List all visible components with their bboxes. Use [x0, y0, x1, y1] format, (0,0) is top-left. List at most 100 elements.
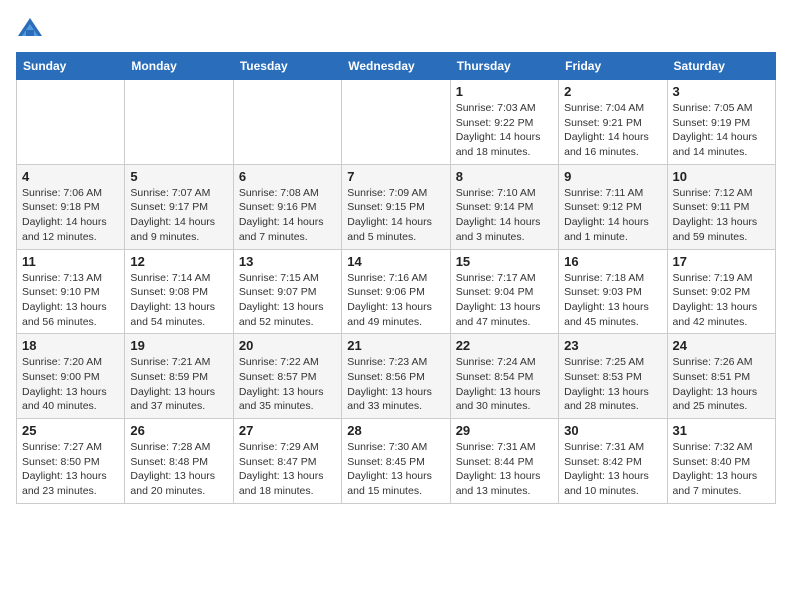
weekday-header-wednesday: Wednesday [342, 53, 450, 80]
day-info: Sunrise: 7:08 AM Sunset: 9:16 PM Dayligh… [239, 186, 336, 245]
day-info: Sunrise: 7:31 AM Sunset: 8:42 PM Dayligh… [564, 440, 661, 499]
calendar-week-row: 25 Sunrise: 7:27 AM Sunset: 8:50 PM Dayli… [17, 419, 776, 504]
day-info: Sunrise: 7:28 AM Sunset: 8:48 PM Dayligh… [130, 440, 227, 499]
calendar-cell: 11Sunrise: 7:13 AM Sunset: 9:10 PM Dayli… [17, 249, 125, 334]
day-info: Sunrise: 7:06 AM Sunset: 9:18 PM Dayligh… [22, 186, 119, 245]
calendar-cell: 31 Sunrise: 7:32 AM Sunset: 8:40 PM Dayli… [667, 419, 775, 504]
day-number: 5 [130, 169, 227, 184]
day-number: 7 [347, 169, 444, 184]
day-info: Sunrise: 7:31 AM Sunset: 8:44 PM Dayligh… [456, 440, 553, 499]
calendar-cell: 19 Sunrise: 7:21 AM Sunset: 8:59 PM Dayli… [125, 334, 233, 419]
day-number: 20 [239, 338, 336, 353]
day-info: Sunrise: 7:27 AM Sunset: 8:50 PM Dayligh… [22, 440, 119, 499]
calendar-cell [233, 80, 341, 165]
day-number: 4 [22, 169, 119, 184]
weekday-header-tuesday: Tuesday [233, 53, 341, 80]
day-number: 10 [673, 169, 770, 184]
day-info: Sunrise: 7:12 AM Sunset: 9:11 PM Dayligh… [673, 186, 770, 245]
day-number: 23 [564, 338, 661, 353]
calendar-cell: 2 Sunrise: 7:04 AM Sunset: 9:21 PM Daylig… [559, 80, 667, 165]
calendar-cell: 26 Sunrise: 7:28 AM Sunset: 8:48 PM Dayli… [125, 419, 233, 504]
day-number: 29 [456, 423, 553, 438]
day-info: Sunrise: 7:25 AM Sunset: 8:53 PM Dayligh… [564, 355, 661, 414]
calendar-cell: 24Sunrise: 7:26 AM Sunset: 8:51 PM Dayli… [667, 334, 775, 419]
day-info: Sunrise: 7:23 AM Sunset: 8:56 PM Dayligh… [347, 355, 444, 414]
day-number: 3 [673, 84, 770, 99]
calendar-week-row: 18 Sunrise: 7:20 AM Sunset: 9:00 PM Dayli… [17, 334, 776, 419]
day-number: 26 [130, 423, 227, 438]
calendar-cell: 16Sunrise: 7:18 AM Sunset: 9:03 PM Dayli… [559, 249, 667, 334]
calendar-cell: 12 Sunrise: 7:14 AM Sunset: 9:08 PM Dayli… [125, 249, 233, 334]
day-number: 2 [564, 84, 661, 99]
day-info: Sunrise: 7:17 AM Sunset: 9:04 PM Dayligh… [456, 271, 553, 330]
day-info: Sunrise: 7:15 AM Sunset: 9:07 PM Dayligh… [239, 271, 336, 330]
calendar-cell: 25 Sunrise: 7:27 AM Sunset: 8:50 PM Dayli… [17, 419, 125, 504]
day-number: 19 [130, 338, 227, 353]
day-info: Sunrise: 7:14 AM Sunset: 9:08 PM Dayligh… [130, 271, 227, 330]
day-info: Sunrise: 7:32 AM Sunset: 8:40 PM Dayligh… [673, 440, 770, 499]
day-number: 18 [22, 338, 119, 353]
calendar-cell [125, 80, 233, 165]
calendar-cell: 8Sunrise: 7:10 AM Sunset: 9:14 PM Daylig… [450, 164, 558, 249]
calendar-cell: 29 Sunrise: 7:31 AM Sunset: 8:44 PM Dayli… [450, 419, 558, 504]
day-number: 21 [347, 338, 444, 353]
day-info: Sunrise: 7:22 AM Sunset: 8:57 PM Dayligh… [239, 355, 336, 414]
day-number: 9 [564, 169, 661, 184]
calendar-week-row: 4 Sunrise: 7:06 AM Sunset: 9:18 PM Daylig… [17, 164, 776, 249]
calendar-cell: 4 Sunrise: 7:06 AM Sunset: 9:18 PM Daylig… [17, 164, 125, 249]
day-number: 11 [22, 254, 119, 269]
day-info: Sunrise: 7:19 AM Sunset: 9:02 PM Dayligh… [673, 271, 770, 330]
day-info: Sunrise: 7:05 AM Sunset: 9:19 PM Dayligh… [673, 101, 770, 160]
calendar-cell: 20 Sunrise: 7:22 AM Sunset: 8:57 PM Dayli… [233, 334, 341, 419]
calendar-cell: 9 Sunrise: 7:11 AM Sunset: 9:12 PM Daylig… [559, 164, 667, 249]
day-info: Sunrise: 7:30 AM Sunset: 8:45 PM Dayligh… [347, 440, 444, 499]
calendar-cell: 23 Sunrise: 7:25 AM Sunset: 8:53 PM Dayli… [559, 334, 667, 419]
calendar-cell: 13 Sunrise: 7:15 AM Sunset: 9:07 PM Dayli… [233, 249, 341, 334]
day-info: Sunrise: 7:24 AM Sunset: 8:54 PM Dayligh… [456, 355, 553, 414]
calendar-cell: 14Sunrise: 7:16 AM Sunset: 9:06 PM Dayli… [342, 249, 450, 334]
calendar-cell: 15 Sunrise: 7:17 AM Sunset: 9:04 PM Dayli… [450, 249, 558, 334]
day-number: 30 [564, 423, 661, 438]
logo-icon [16, 16, 44, 44]
day-info: Sunrise: 7:03 AM Sunset: 9:22 PM Dayligh… [456, 101, 553, 160]
calendar-cell [342, 80, 450, 165]
day-number: 28 [347, 423, 444, 438]
calendar-cell: 22 Sunrise: 7:24 AM Sunset: 8:54 PM Dayli… [450, 334, 558, 419]
calendar-table: SundayMondayTuesdayWednesdayThursdayFrid… [16, 52, 776, 504]
calendar-cell: 1 Sunrise: 7:03 AM Sunset: 9:22 PM Daylig… [450, 80, 558, 165]
calendar-cell: 30 Sunrise: 7:31 AM Sunset: 8:42 PM Dayli… [559, 419, 667, 504]
day-info: Sunrise: 7:11 AM Sunset: 9:12 PM Dayligh… [564, 186, 661, 245]
calendar-cell: 6 Sunrise: 7:08 AM Sunset: 9:16 PM Daylig… [233, 164, 341, 249]
day-number: 24 [673, 338, 770, 353]
day-info: Sunrise: 7:10 AM Sunset: 9:14 PM Dayligh… [456, 186, 553, 245]
day-info: Sunrise: 7:29 AM Sunset: 8:47 PM Dayligh… [239, 440, 336, 499]
logo [16, 16, 48, 44]
day-info: Sunrise: 7:07 AM Sunset: 9:17 PM Dayligh… [130, 186, 227, 245]
day-number: 17 [673, 254, 770, 269]
day-number: 15 [456, 254, 553, 269]
day-number: 6 [239, 169, 336, 184]
calendar-cell: 7 Sunrise: 7:09 AM Sunset: 9:15 PM Daylig… [342, 164, 450, 249]
calendar-cell: 21 Sunrise: 7:23 AM Sunset: 8:56 PM Dayli… [342, 334, 450, 419]
page-header [16, 16, 776, 44]
calendar-cell: 3 Sunrise: 7:05 AM Sunset: 9:19 PM Daylig… [667, 80, 775, 165]
day-number: 31 [673, 423, 770, 438]
day-number: 16 [564, 254, 661, 269]
weekday-header-thursday: Thursday [450, 53, 558, 80]
day-info: Sunrise: 7:09 AM Sunset: 9:15 PM Dayligh… [347, 186, 444, 245]
day-number: 12 [130, 254, 227, 269]
weekday-header-friday: Friday [559, 53, 667, 80]
calendar-cell: 18 Sunrise: 7:20 AM Sunset: 9:00 PM Dayli… [17, 334, 125, 419]
day-info: Sunrise: 7:20 AM Sunset: 9:00 PM Dayligh… [22, 355, 119, 414]
calendar-cell: 17 Sunrise: 7:19 AM Sunset: 9:02 PM Dayli… [667, 249, 775, 334]
day-number: 1 [456, 84, 553, 99]
calendar-week-row: 11Sunrise: 7:13 AM Sunset: 9:10 PM Dayli… [17, 249, 776, 334]
day-info: Sunrise: 7:21 AM Sunset: 8:59 PM Dayligh… [130, 355, 227, 414]
day-number: 25 [22, 423, 119, 438]
day-info: Sunrise: 7:16 AM Sunset: 9:06 PM Dayligh… [347, 271, 444, 330]
weekday-header-monday: Monday [125, 53, 233, 80]
day-number: 13 [239, 254, 336, 269]
day-info: Sunrise: 7:04 AM Sunset: 9:21 PM Dayligh… [564, 101, 661, 160]
day-number: 27 [239, 423, 336, 438]
day-number: 22 [456, 338, 553, 353]
